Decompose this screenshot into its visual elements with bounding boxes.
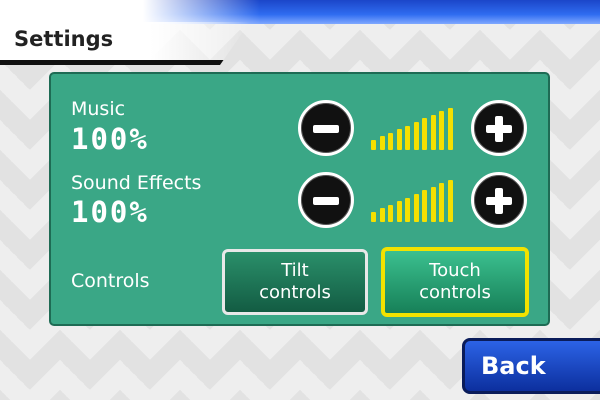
volume-segment <box>388 204 393 222</box>
volume-segment <box>439 111 444 150</box>
controls-label: Controls <box>71 270 150 292</box>
plus-icon <box>495 188 503 214</box>
volume-segment <box>422 118 427 150</box>
tilt-controls-button[interactable]: Tilt controls <box>222 249 368 315</box>
volume-segment <box>413 194 419 222</box>
minus-icon <box>313 125 339 133</box>
music-value: 100% <box>71 122 149 156</box>
volume-segment <box>422 190 427 222</box>
touch-controls-line2: controls <box>419 282 491 303</box>
volume-segment <box>405 125 410 150</box>
sound-effects-volume-meter <box>371 178 461 222</box>
sound-effects-decrease-button[interactable] <box>298 172 354 228</box>
touch-controls-line1: Touch <box>429 260 481 281</box>
music-increase-button[interactable] <box>471 100 527 156</box>
tilt-controls-line1: Tilt <box>281 260 309 281</box>
touch-controls-button[interactable]: Touch controls <box>381 247 529 317</box>
volume-segment <box>447 179 453 222</box>
header-shine <box>0 0 260 24</box>
volume-segment <box>371 140 376 150</box>
volume-segment <box>396 201 402 222</box>
volume-segment <box>371 212 376 222</box>
volume-segment <box>379 136 385 150</box>
volume-segment <box>388 132 393 150</box>
sound-effects-increase-button[interactable] <box>471 172 527 228</box>
volume-segment <box>447 107 453 150</box>
back-button[interactable]: Back <box>462 338 600 394</box>
minus-icon <box>313 197 339 205</box>
sound-effects-value: 100% <box>71 195 149 229</box>
page-title: Settings <box>14 27 114 51</box>
volume-segment <box>439 183 444 222</box>
volume-segment <box>430 114 436 150</box>
volume-segment <box>379 208 385 222</box>
music-decrease-button[interactable] <box>298 100 354 156</box>
tilt-controls-line2: controls <box>259 282 331 303</box>
volume-segment <box>413 122 419 150</box>
volume-segment <box>405 197 410 222</box>
sound-effects-label: Sound Effects <box>71 172 202 194</box>
music-label: Music <box>71 98 126 120</box>
settings-panel: Music 100% Sound Effects 100% Controls T… <box>49 72 550 326</box>
volume-segment <box>396 129 402 150</box>
plus-icon <box>495 116 503 142</box>
volume-segment <box>430 186 436 222</box>
music-volume-meter <box>371 106 461 150</box>
